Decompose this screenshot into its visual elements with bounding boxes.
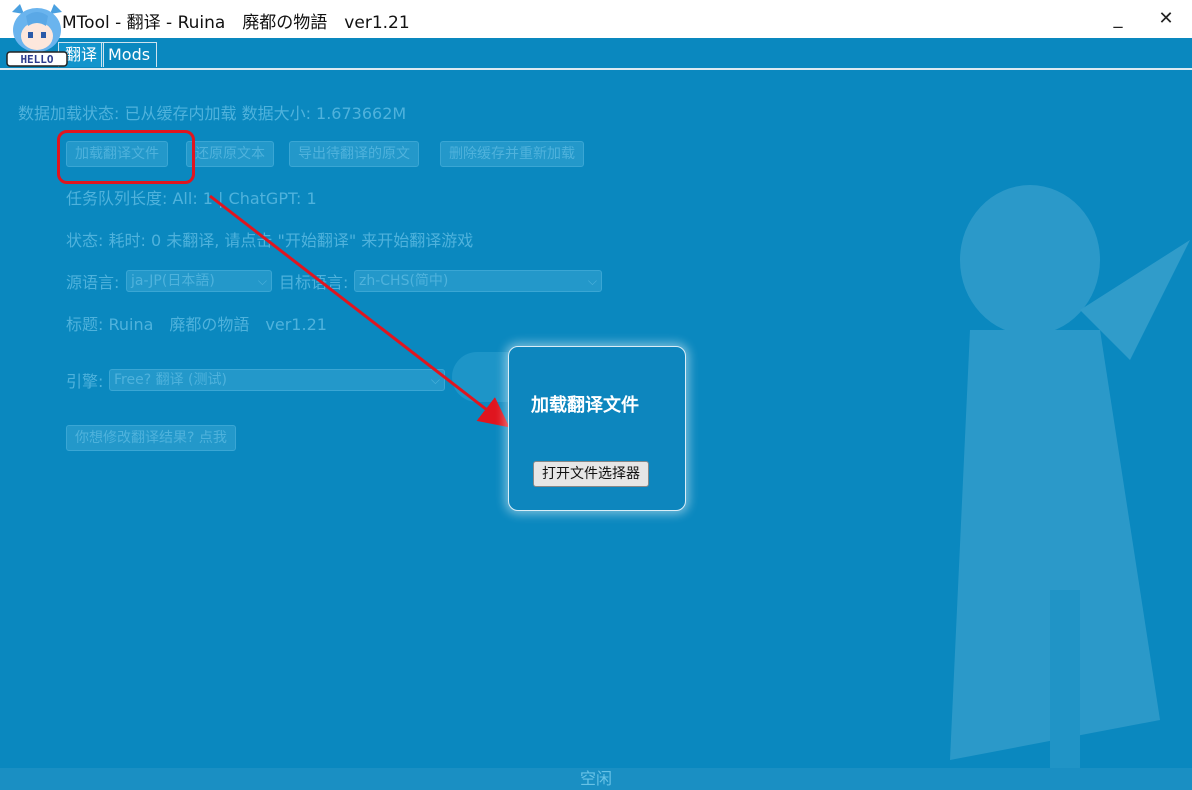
- dialog-title: 加载翻译文件: [531, 395, 639, 416]
- queue-length-text: 任务队列长度: All: 1 | ChatGPT: 1: [66, 189, 317, 208]
- source-language-value: ja-JP(日本語): [131, 273, 215, 289]
- source-language-select[interactable]: ja-JP(日本語) ⌵: [126, 270, 272, 292]
- open-file-picker-button[interactable]: 打开文件选择器: [533, 461, 649, 487]
- game-title-text: 标题: Ruina 廃都の物語 ver1.21: [66, 315, 327, 334]
- tab-mods[interactable]: Mods: [101, 42, 158, 67]
- delete-cache-reload-button[interactable]: 删除缓存并重新加载: [440, 141, 584, 167]
- chevron-down-icon: ⌵: [430, 373, 440, 387]
- chevron-down-icon: ⌵: [257, 274, 267, 288]
- status-bar: 空闲: [0, 768, 1192, 790]
- mascot-avatar-icon: HELLO: [6, 4, 68, 67]
- modify-translation-button[interactable]: 你想修改翻译结果? 点我: [66, 425, 236, 451]
- background-character-image: [950, 185, 1190, 770]
- title-bar: MTool - 翻译 - Ruina 廃都の物語 ver1.21 _ ✕: [0, 0, 1192, 38]
- close-icon[interactable]: ✕: [1146, 4, 1186, 34]
- source-language-label: 源语言:: [66, 273, 120, 292]
- app-window: MTool - 翻译 - Ruina 廃都の物語 ver1.21 _ ✕ 翻译 …: [0, 0, 1192, 790]
- translation-state-text: 状态: 耗时: 0 未翻译, 请点击 "开始翻译" 来开始翻译游戏: [66, 231, 474, 250]
- engine-select[interactable]: Free? 翻译 (测试) ⌵: [109, 369, 445, 391]
- load-translation-dialog: 加载翻译文件 打开文件选择器: [508, 346, 686, 511]
- load-status-text: 数据加载状态: 已从缓存内加载 数据大小: 1.673662M: [18, 104, 407, 123]
- minimize-icon[interactable]: _: [1098, 4, 1138, 34]
- target-language-value: zh-CHS(简中): [359, 273, 449, 289]
- tab-bar: 翻译 Mods: [0, 38, 1192, 70]
- start-translation-button[interactable]: [452, 352, 512, 402]
- mascot-badge-text: HELLO: [20, 53, 53, 66]
- window-title: MTool - 翻译 - Ruina 廃都の物語 ver1.21: [62, 13, 410, 33]
- engine-label: 引擎:: [66, 372, 104, 391]
- target-language-label: 目标语言:: [279, 273, 349, 292]
- highlight-load-button: [57, 130, 195, 184]
- engine-value: Free? 翻译 (测试): [114, 372, 227, 388]
- chevron-down-icon: ⌵: [587, 274, 597, 288]
- restore-original-button[interactable]: 还原原文本: [186, 141, 274, 167]
- export-untranslated-button[interactable]: 导出待翻译的原文: [289, 141, 419, 167]
- target-language-select[interactable]: zh-CHS(简中) ⌵: [354, 270, 602, 292]
- status-text: 空闲: [579, 769, 612, 788]
